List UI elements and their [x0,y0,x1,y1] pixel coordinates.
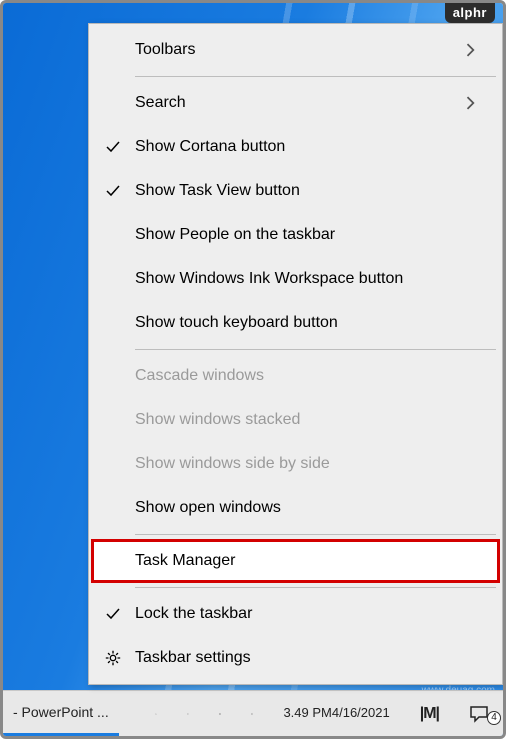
menu-cascade-windows: Cascade windows [91,354,500,398]
menu-label: Show Windows Ink Workspace button [135,270,466,288]
menu-label: Show Cortana button [135,138,466,156]
menu-show-cortana[interactable]: Show Cortana button [91,125,500,169]
menu-label: Task Manager [135,552,466,570]
menu-show-people[interactable]: Show People on the taskbar [91,213,500,257]
action-center-button[interactable]: 4 [461,705,497,723]
gear-icon [91,649,135,667]
menu-label: Search [135,94,466,112]
onedrive-icon[interactable] [179,707,197,721]
menu-label: Lock the taskbar [135,605,466,623]
menu-label: Show windows stacked [135,411,466,429]
notification-icon [469,705,489,723]
menu-toolbars[interactable]: Toolbars [91,28,500,72]
menu-label: Show open windows [135,499,466,517]
volume-icon[interactable] [243,706,261,722]
menu-show-stacked: Show windows stacked [91,398,500,442]
menu-taskbar-settings[interactable]: Taskbar settings [91,636,500,680]
menu-separator [135,349,496,350]
menu-label: Cascade windows [135,367,466,385]
taskbar-app-powerpoint[interactable]: - PowerPoint ... [3,691,119,736]
taskbar-app-label: - PowerPoint ... [13,704,109,720]
menu-show-open-windows[interactable]: Show open windows [91,486,500,530]
menu-show-task-view[interactable]: Show Task View button [91,169,500,213]
menu-show-touch-keyboard[interactable]: Show touch keyboard button [91,301,500,345]
watermark-alphr: alphr [445,3,495,23]
check-icon [91,183,135,199]
menu-task-manager[interactable]: Task Manager [91,539,500,583]
menu-label: Show touch keyboard button [135,314,466,332]
chevron-up-icon [155,709,157,719]
tray-overflow-button[interactable] [147,709,165,719]
taskbar-logo-icon[interactable]: |M| [412,705,447,723]
menu-label: Show windows side by side [135,455,466,473]
taskbar[interactable]: - PowerPoint ... 3.49 PM 4/16/2021 |M| [3,690,503,736]
chevron-right-icon [466,96,486,110]
check-icon [91,139,135,155]
menu-separator [135,534,496,535]
system-tray: 3.49 PM 4/16/2021 |M| 4 [141,705,503,723]
check-icon [91,606,135,622]
menu-label: Show Task View button [135,182,466,200]
taskbar-context-menu: Toolbars Search Show Cortana button S [88,23,503,685]
taskbar-clock[interactable]: 3.49 PM 4/16/2021 [275,706,397,720]
menu-separator [135,76,496,77]
menu-lock-taskbar[interactable]: Lock the taskbar [91,592,500,636]
menu-search[interactable]: Search [91,81,500,125]
menu-label: Taskbar settings [135,649,466,667]
menu-separator [135,587,496,588]
chevron-right-icon [466,43,486,57]
menu-label: Show People on the taskbar [135,226,466,244]
menu-show-ink[interactable]: Show Windows Ink Workspace button [91,257,500,301]
menu-side-by-side: Show windows side by side [91,442,500,486]
menu-label: Toolbars [135,41,466,59]
clock-date: 4/16/2021 [332,706,390,720]
clock-time: 3.49 PM [283,706,331,720]
notification-badge: 4 [487,711,501,725]
battery-icon[interactable] [211,708,229,720]
